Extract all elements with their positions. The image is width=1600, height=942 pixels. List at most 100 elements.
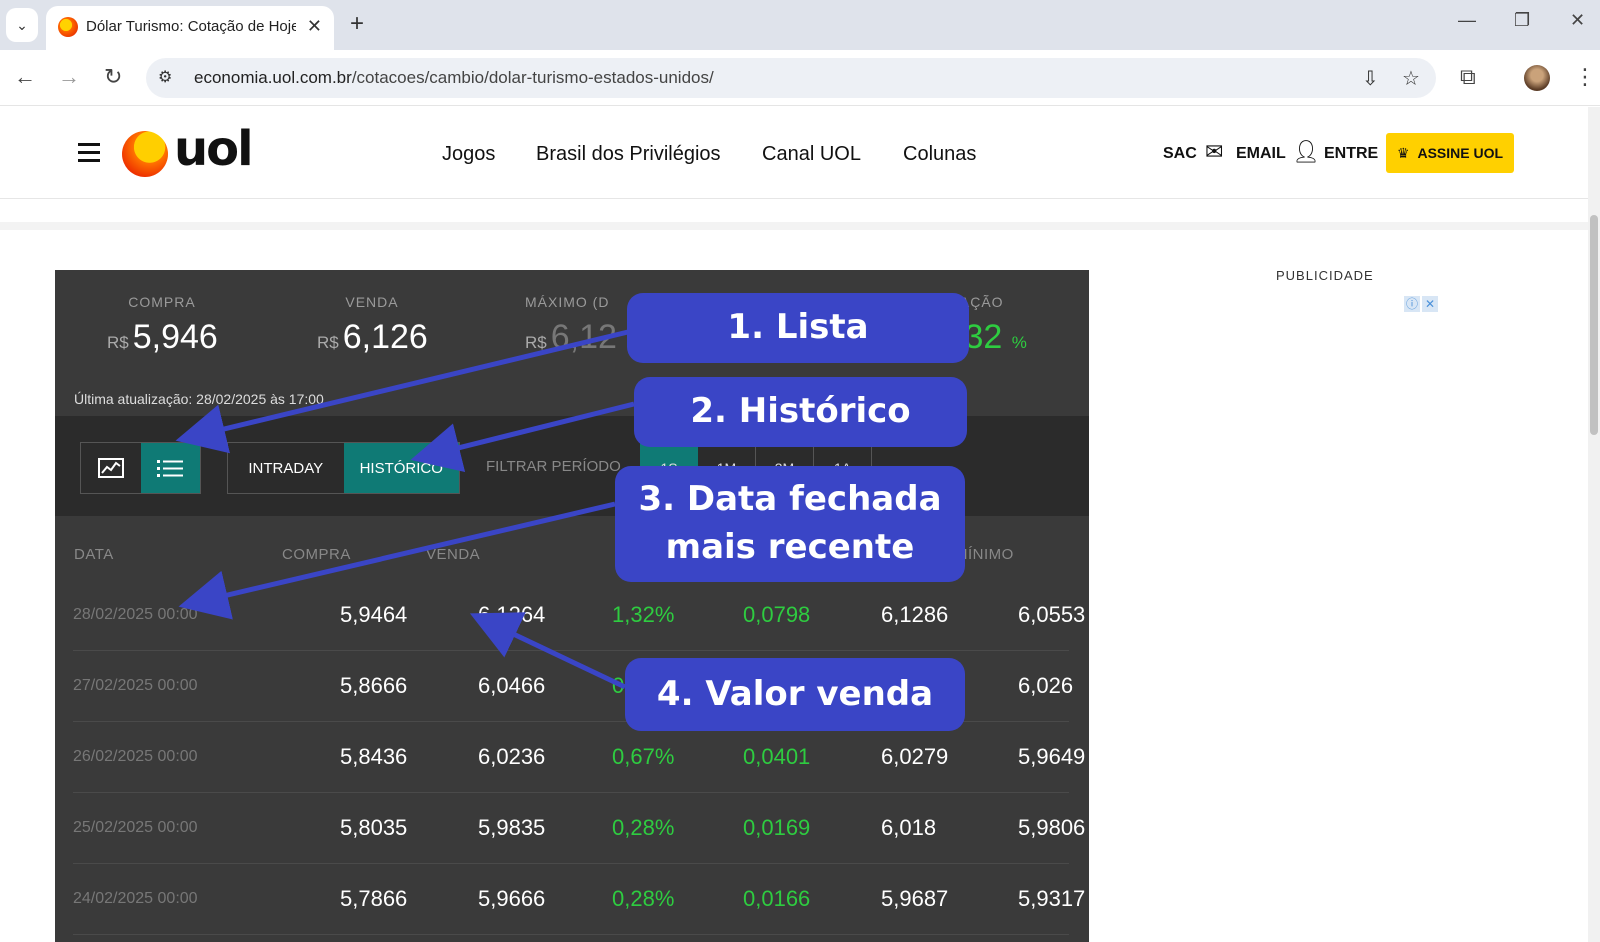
uol-logo-ball[interactable] (122, 131, 168, 177)
tab-title: Dólar Turismo: Cotação de Hoje (86, 18, 296, 35)
cell-minimo: 5,9649 (1018, 744, 1086, 769)
currency-prefix: R$ (317, 333, 339, 352)
cell-compra: 5,8035 (340, 815, 408, 840)
cell-variacao-pct: 0,28% (612, 886, 675, 911)
menu-jogos[interactable]: Jogos (442, 143, 495, 166)
ad-choices[interactable]: ⓘ ✕ (1404, 296, 1440, 312)
cell-compra: 5,7866 (340, 886, 408, 911)
cell-variacao: 0,0798 (743, 602, 811, 627)
close-window-icon[interactable]: ✕ (1570, 10, 1585, 31)
stat-maximo: MÁXIMO (D R$ 6,12 (525, 294, 635, 357)
email-envelope-icon[interactable]: ✉ (1205, 139, 1223, 165)
cell-maximo: 6,0279 (881, 744, 949, 769)
extensions-puzzle-icon[interactable]: ⧉ (1460, 64, 1476, 90)
url-text[interactable]: economia.uol.com.br/cotacoes/cambio/dola… (194, 68, 714, 88)
cell-maximo: 5,9687 (881, 886, 949, 911)
quote-panel: COMPRA R$ 5,946 VENDA R$ 6,126 MÁXIMO (D R… (55, 270, 1089, 942)
cell-compra: 5,9464 (340, 602, 408, 627)
reload-icon[interactable]: ↻ (104, 64, 122, 90)
cell-maximo: 6,1286 (881, 602, 949, 627)
menu-canal-uol[interactable]: Canal UOL (762, 143, 861, 166)
historico-button[interactable]: HISTÓRICO (343, 443, 459, 493)
view-toggle (80, 442, 201, 494)
stat-value: 6,12 (550, 318, 617, 356)
site-settings-icon[interactable]: ⚙ (158, 67, 172, 87)
cell-minimo: 5,9317 (1018, 886, 1086, 911)
cell-compra: 5,8666 (340, 673, 408, 698)
filter-period-label: FILTRAR PERÍODO (486, 458, 621, 475)
cell-variacao: 0,0169 (743, 815, 811, 840)
assine-label: ASSINE UOL (1417, 145, 1504, 161)
table-row: 28/02/2025 00:00 5,9464 6,1264 1,32% 0,0798 6… (73, 580, 1085, 651)
col-header-data: DATA (74, 546, 114, 563)
cell-minimo: 6,0553 (1018, 602, 1086, 627)
browser-menu-icon[interactable]: ⋮ (1574, 64, 1596, 90)
uol-favicon-icon (58, 17, 78, 37)
page-scrollbar[interactable] (1588, 107, 1600, 942)
header-divider (0, 222, 1588, 230)
table-row: 26/02/2025 00:00 5,8436 6,0236 0,67% 0,0401 6… (73, 722, 1085, 793)
hamburger-menu-icon[interactable] (78, 143, 100, 167)
assine-uol-button[interactable]: ♛ ASSINE UOL (1386, 133, 1514, 173)
user-icon[interactable]: 👤︎ (1292, 139, 1320, 165)
menu-brasil-dos-privilegios[interactable]: Brasil dos Privilégios (536, 143, 721, 166)
site-header: uol Jogos Brasil dos Privilégios Canal U… (0, 107, 1588, 199)
cell-variacao: 0,0401 (743, 744, 811, 769)
stat-label: IAÇÃO (955, 294, 1004, 310)
callout-data-line2: mais recente (665, 527, 915, 567)
scrollbar-thumb[interactable] (1590, 215, 1598, 435)
menu-colunas[interactable]: Colunas (903, 143, 976, 166)
close-tab-icon[interactable]: ✕ (307, 16, 322, 37)
cell-venda: 6,1264 (478, 602, 546, 627)
tab-list-chevron-icon[interactable]: ⌄ (6, 8, 38, 42)
minimize-icon[interactable]: — (1458, 10, 1476, 31)
cell-minimo: 5,9806 (1018, 815, 1086, 840)
callout-historico: 2. Histórico (634, 377, 967, 447)
ad-close-icon[interactable]: ✕ (1422, 296, 1438, 312)
ad-label: PUBLICIDADE (1276, 268, 1374, 283)
stat-value: 5,946 (132, 318, 218, 356)
callout-lista: 1. Lista (627, 293, 969, 363)
install-app-icon[interactable]: ⇩ (1362, 66, 1379, 91)
col-header-venda: VENDA (426, 546, 481, 563)
cell-data: 28/02/2025 00:00 (73, 606, 198, 623)
browser-toolbar: ← → ↻ ⚙ economia.uol.com.br/cotacoes/cam… (0, 50, 1600, 106)
address-bar[interactable]: ⚙ economia.uol.com.br/cotacoes/cambio/do… (146, 58, 1436, 98)
range-toggle: INTRADAY HISTÓRICO (227, 442, 460, 494)
stat-label: COMPRA (128, 294, 196, 310)
profile-avatar[interactable] (1524, 65, 1550, 91)
stat-label: VENDA (345, 294, 399, 310)
callout-valor-venda: 4. Valor venda (625, 658, 965, 731)
forward-arrow-icon[interactable]: → (58, 64, 80, 90)
ad-info-icon[interactable]: ⓘ (1404, 296, 1420, 312)
cell-variacao-pct: 0,28% (612, 815, 675, 840)
cell-venda: 6,0236 (478, 744, 546, 769)
intraday-button[interactable]: INTRADAY (228, 443, 344, 493)
cell-variacao-pct: 0,67% (612, 744, 675, 769)
bookmark-star-icon[interactable]: ☆ (1402, 66, 1420, 91)
cell-data: 26/02/2025 00:00 (73, 748, 198, 765)
stat-variacao: IAÇÃO ,32 % (955, 294, 1065, 357)
currency-prefix: R$ (525, 333, 547, 352)
list-view-icon[interactable] (140, 443, 200, 493)
chart-view-icon[interactable] (81, 443, 141, 493)
sac-link[interactable]: SAC (1163, 145, 1197, 163)
email-link[interactable]: EMAIL (1236, 145, 1286, 163)
col-header-compra: COMPRA (282, 546, 351, 563)
stat-compra: COMPRA R$ 5,946 (107, 294, 218, 357)
new-tab-plus-icon[interactable]: + (350, 10, 364, 38)
cell-maximo: 6,018 (881, 815, 937, 840)
uol-logo-text[interactable]: uol (174, 121, 254, 177)
table-row: 25/02/2025 00:00 5,8035 5,9835 0,28% 0,0169 6… (73, 793, 1085, 864)
browser-tab-active[interactable]: Dólar Turismo: Cotação de Hoje ✕ (46, 6, 334, 50)
restore-icon[interactable]: ❐ (1514, 10, 1530, 31)
cell-venda: 6,0466 (478, 673, 546, 698)
url-path: /cotacoes/cambio/dolar-turismo-estados-u… (351, 68, 714, 87)
stat-unit: % (1011, 333, 1027, 352)
cell-variacao: 0,0166 (743, 886, 811, 911)
back-arrow-icon[interactable]: ← (14, 64, 36, 90)
stat-value: 6,126 (342, 318, 428, 356)
crown-icon: ♛ (1396, 144, 1410, 161)
cell-venda: 5,9835 (478, 815, 546, 840)
entre-link[interactable]: ENTRE (1324, 145, 1378, 163)
